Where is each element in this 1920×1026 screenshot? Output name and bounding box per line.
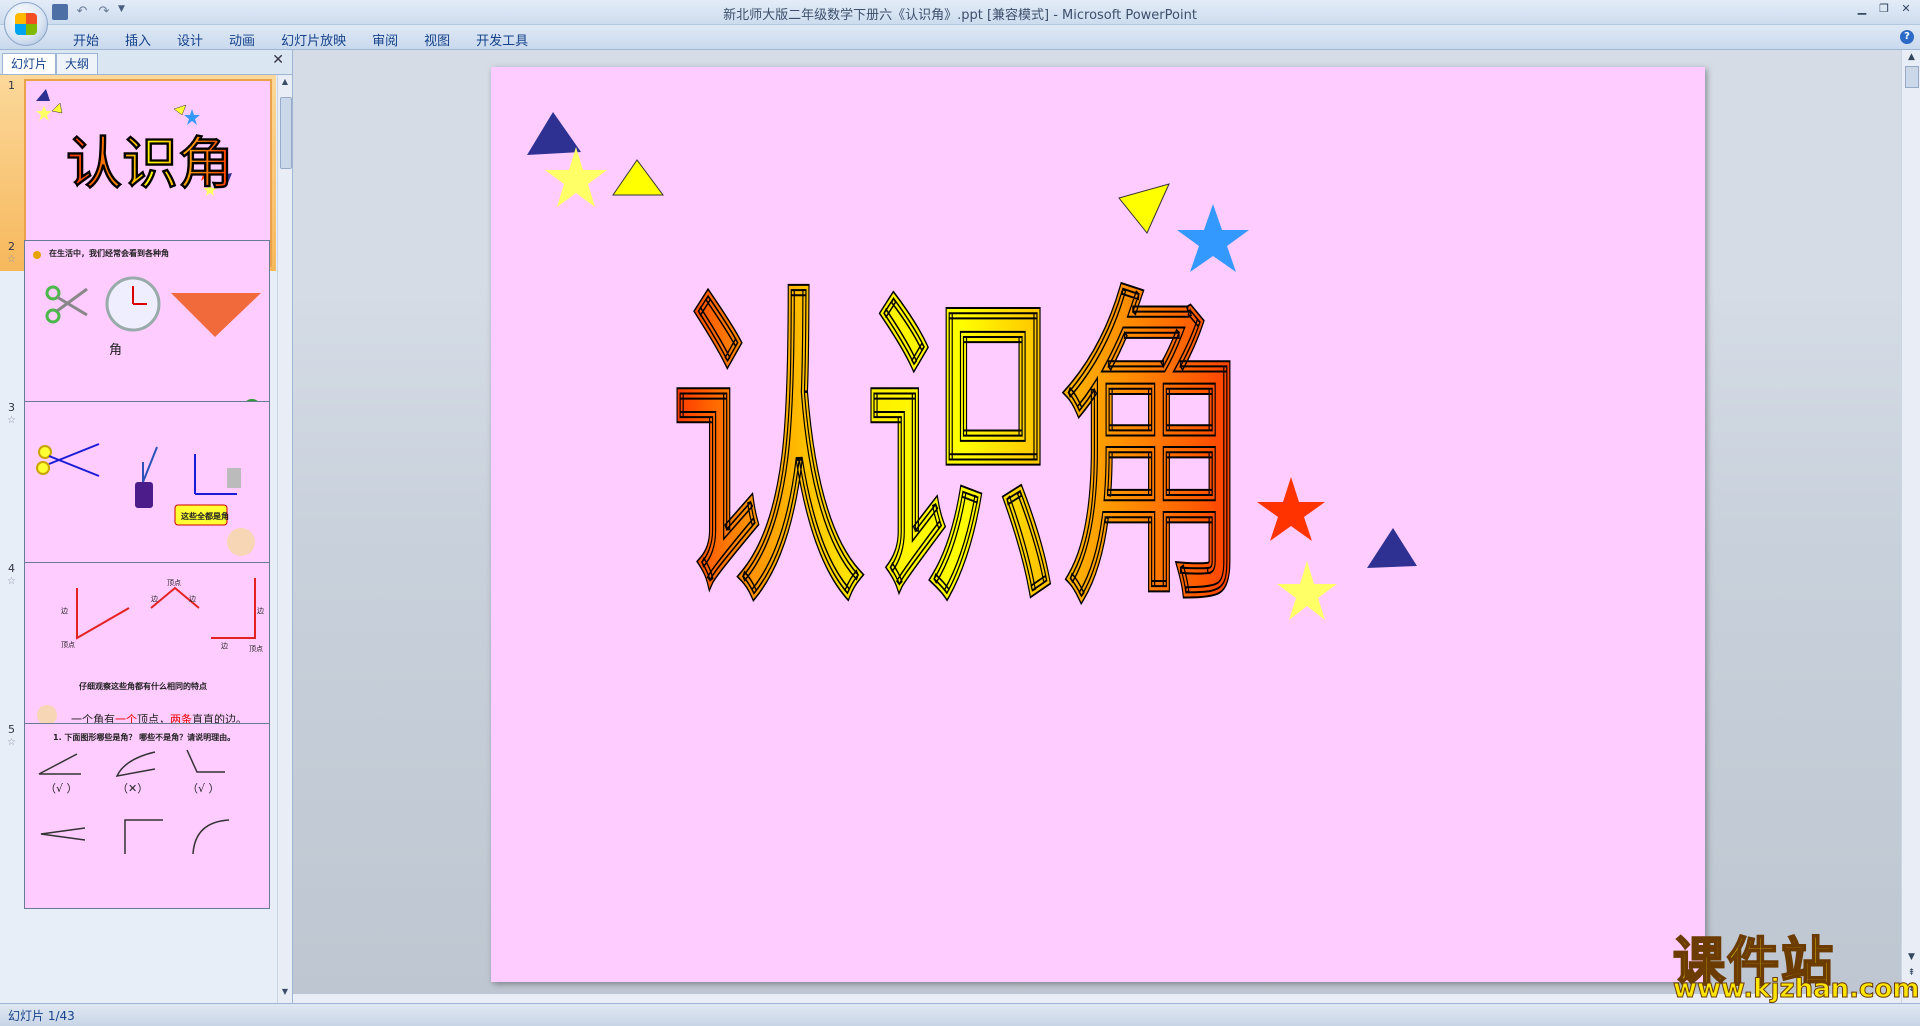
tab-slides[interactable]: 幻灯片 xyxy=(2,53,57,74)
ribbon: 开始 插入 设计 动画 幻灯片放映 审阅 视图 开发工具 ? xyxy=(0,25,1920,50)
faucet-icon xyxy=(194,454,241,495)
angle-shape-1 xyxy=(76,588,130,640)
yellow-triangle-icon xyxy=(51,102,63,114)
close-icon[interactable]: ✕ xyxy=(1898,2,1914,16)
triangle-scarf-icon xyxy=(171,293,261,337)
tab-design[interactable]: 设计 xyxy=(164,28,216,51)
thumbnail-question: 仔细观察这些角都有什么相同的特点 xyxy=(79,682,207,691)
animation-icon: ☆ xyxy=(7,254,16,265)
yellow-star-icon xyxy=(36,105,52,121)
side-label: 边 xyxy=(61,606,68,615)
scissors-icon xyxy=(45,285,88,324)
status-bar: 幻灯片 1/43 xyxy=(0,1003,1920,1026)
angle-shape xyxy=(186,749,225,773)
side-label: 边 xyxy=(221,641,228,650)
tab-animations[interactable]: 动画 xyxy=(216,28,268,51)
red-star-icon xyxy=(1257,477,1325,541)
thumbnail-number: 5 xyxy=(8,723,15,736)
office-logo-icon xyxy=(15,13,37,35)
slide-scrollbar[interactable]: ▲ ▼ ⇞ ⇟ xyxy=(1901,50,1920,1003)
slide-art: 认识角 xyxy=(527,112,1417,646)
cartoon-teacher-icon xyxy=(227,528,255,556)
tab-slideshow[interactable]: 幻灯片放映 xyxy=(268,28,359,51)
scissors-icon xyxy=(36,443,100,477)
thumbnail-list: 1 认识角 2 ☆ 在生活中，我们经常会看到各种角 角 3 ☆ 这些全都是角 4… xyxy=(0,75,276,1003)
angle-shape xyxy=(38,753,81,775)
slide-editing-area: 认识角 xyxy=(293,50,1901,1003)
angle-shape-3 xyxy=(211,578,256,639)
animation-icon: ☆ xyxy=(7,737,16,748)
clock-icon xyxy=(105,276,161,332)
side-label: 边 xyxy=(257,606,264,615)
scroll-up-icon[interactable]: ▲ xyxy=(278,77,292,91)
slide-indicator: 幻灯片 1/43 xyxy=(8,1009,75,1023)
curve-shape xyxy=(115,751,156,778)
bubble-text: 这些全都是角 xyxy=(181,511,229,521)
navy-triangle-icon xyxy=(527,112,581,155)
side-label: 边 xyxy=(189,594,196,603)
tab-outline[interactable]: 大纲 xyxy=(56,53,99,74)
angle-shape xyxy=(40,827,86,841)
slides-pane: 幻灯片 大纲 ✕ 1 认识角 2 ☆ 在生活中，我们经常会看到各种角 角 3 ☆… xyxy=(0,50,293,1003)
yellow-triangle-icon xyxy=(1118,183,1170,234)
title-bar: ↶ ↷ ▼ 新北师大版二年级数学下册六《认识角》.ppt [兼容模式] - Mi… xyxy=(0,0,1920,25)
answer-mark: （√ ） xyxy=(45,782,78,795)
tab-review[interactable]: 审阅 xyxy=(359,28,411,51)
tab-insert[interactable]: 插入 xyxy=(112,28,164,51)
scroll-up-icon[interactable]: ▲ xyxy=(1902,52,1920,62)
thumbnail-title: 认识角 xyxy=(66,132,234,197)
yellow-triangle-icon xyxy=(612,159,664,196)
horizontal-scrollbar[interactable] xyxy=(293,994,1901,1003)
angle-shape xyxy=(124,819,163,854)
tab-developer[interactable]: 开发工具 xyxy=(463,28,541,51)
thumbnail-slide-5[interactable]: 5 ☆ 1. 下面图形哪些是角？ 哪些不是角？请说明理由。 （√ ） （✕） （… xyxy=(0,719,276,915)
vertex-label: 顶点 xyxy=(249,645,263,653)
thumbnail-5-art xyxy=(38,749,230,855)
blue-star-icon xyxy=(184,109,200,125)
thumbnail-number: 4 xyxy=(8,562,15,575)
tab-view[interactable]: 视图 xyxy=(411,28,463,51)
close-pane-icon[interactable]: ✕ xyxy=(272,52,284,68)
navy-triangle-icon xyxy=(36,89,50,101)
scroll-down-icon[interactable]: ▼ xyxy=(278,987,292,1001)
answer-mark: （√ ） xyxy=(187,782,220,795)
help-icon[interactable]: ? xyxy=(1900,30,1914,44)
animation-icon: ☆ xyxy=(7,576,16,587)
current-slide[interactable]: 认识角 xyxy=(491,67,1705,982)
thumbnail-number: 1 xyxy=(8,79,15,92)
slide-title: 认识角 xyxy=(671,261,1251,645)
vertex-label: 顶点 xyxy=(61,641,75,649)
scroll-thumb[interactable] xyxy=(1905,66,1919,88)
thumbnail-number: 2 xyxy=(8,240,15,253)
pen-holder-icon xyxy=(135,446,158,508)
minimize-icon[interactable]: ▁ xyxy=(1854,2,1870,16)
window-controls: ▁ ❐ ✕ xyxy=(1854,2,1914,16)
pane-tabs: 幻灯片 大纲 ✕ xyxy=(0,50,292,75)
window-title: 新北师大版二年级数学下册六《认识角》.ppt [兼容模式] - Microsof… xyxy=(723,8,1197,23)
thumbnail-preview: 1. 下面图形哪些是角？ 哪些不是角？请说明理由。 （√ ） （✕） （√ ） xyxy=(24,723,270,909)
watermark-url: www.kjzhan.com xyxy=(1672,974,1920,1005)
thumbnail-scrollbar[interactable]: ▲ ▼ xyxy=(277,75,292,1003)
navy-triangle-icon xyxy=(1367,528,1417,568)
thumbnail-question: 1. 下面图形哪些是角？ 哪些不是角？请说明理由。 xyxy=(53,733,236,742)
yellow-star-icon xyxy=(1277,561,1337,620)
tab-home[interactable]: 开始 xyxy=(60,28,112,51)
animation-icon: ☆ xyxy=(7,415,16,426)
side-label: 边 xyxy=(151,594,158,603)
office-button[interactable] xyxy=(4,2,48,46)
curve-shape xyxy=(192,819,230,855)
yellow-triangle-icon xyxy=(173,104,187,116)
watermark-logo: 课件站 www.kjzhan.com xyxy=(1665,920,1920,1005)
ribbon-tabs: 开始 插入 设计 动画 幻灯片放映 审阅 视图 开发工具 xyxy=(60,28,541,51)
thumbnail-number: 3 xyxy=(8,401,15,414)
yellow-star-icon xyxy=(545,147,607,207)
vertex-label: 顶点 xyxy=(167,579,181,587)
answer-mark: （✕） xyxy=(117,782,149,795)
thumbnail-label: 角 xyxy=(109,343,123,358)
restore-icon[interactable]: ❐ xyxy=(1876,2,1892,16)
scroll-thumb[interactable] xyxy=(280,97,292,169)
